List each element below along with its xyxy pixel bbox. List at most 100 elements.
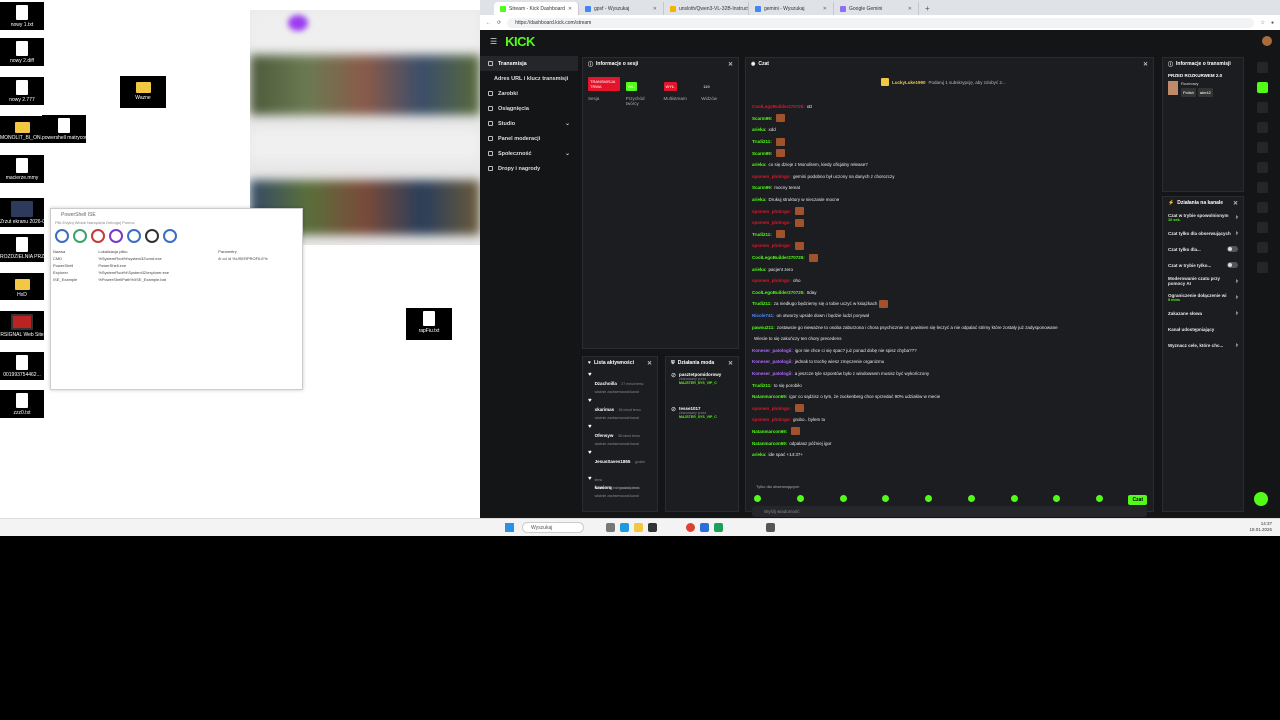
app-icon[interactable] bbox=[766, 523, 775, 532]
chat-username[interactable]: Trudi211: bbox=[752, 232, 772, 237]
kick-logo[interactable]: KICK bbox=[505, 34, 535, 49]
app-icon[interactable] bbox=[700, 523, 709, 532]
browser-tab[interactable]: Google Gemini ✕ bbox=[834, 2, 919, 15]
chat-username[interactable]: arieka: bbox=[752, 162, 767, 167]
chat-username[interactable]: pawsu211: bbox=[752, 325, 775, 330]
chat-message[interactable]: Natanmarcon69: odpalasz później igor bbox=[752, 437, 1152, 449]
tool-icon[interactable] bbox=[1257, 142, 1268, 153]
chat-input[interactable]: Wyślij wiadomość bbox=[752, 506, 1147, 517]
desktop-icon[interactable]: nowy 2.diff bbox=[0, 38, 44, 66]
chat-username[interactable]: spomen_plotingo: bbox=[752, 278, 791, 283]
terminal-icon[interactable] bbox=[648, 523, 657, 532]
alert-icon[interactable] bbox=[1257, 102, 1268, 113]
emote-bar[interactable] bbox=[754, 495, 1146, 502]
edge-icon[interactable] bbox=[620, 523, 629, 532]
desktop-icon[interactable]: MONOLIT_BI_ON... bbox=[0, 116, 44, 143]
close-tab-icon[interactable]: ✕ bbox=[908, 6, 912, 12]
tool-icon[interactable] bbox=[1257, 162, 1268, 173]
window-menu[interactable]: Plik Edytuj Widok Narzędzia Debuguj Pomo… bbox=[51, 220, 302, 227]
emote-icon[interactable] bbox=[796, 495, 804, 502]
chat-send-button[interactable]: Czat bbox=[1128, 495, 1147, 505]
desktop-icon[interactable]: zzz0.txt bbox=[0, 390, 44, 418]
chat-message[interactable]: arieka: pacjent zero bbox=[752, 263, 1152, 275]
chat-username[interactable]: Natanmarcon69: bbox=[752, 429, 787, 434]
check-icon[interactable] bbox=[1257, 82, 1268, 93]
chat-username[interactable]: Nicole741: bbox=[752, 313, 775, 318]
chat-message[interactable]: Trudi211: za niedługo będziemy się o tobi… bbox=[752, 298, 1152, 310]
tool-icon[interactable] bbox=[145, 229, 159, 243]
tag-badge[interactable]: alm42 bbox=[1197, 88, 1213, 97]
channel-action[interactable]: Moderowanie czatu przy pomocy AI › bbox=[1163, 273, 1243, 289]
chat-message[interactable]: spomen_plotingo: bbox=[752, 217, 1152, 229]
sidebar-item[interactable]: Transmisja bbox=[480, 56, 578, 71]
tool-icon[interactable] bbox=[1257, 262, 1268, 273]
emote-icon[interactable] bbox=[882, 495, 890, 502]
chat-username[interactable]: spomen_plotingo: bbox=[752, 417, 791, 422]
info-icon[interactable] bbox=[1257, 62, 1268, 73]
tool-icon[interactable] bbox=[73, 229, 87, 243]
close-icon[interactable]: ✕ bbox=[728, 61, 733, 68]
windows-start-icon[interactable] bbox=[505, 523, 514, 532]
browser-tab[interactable]: unsloth/Qwen3-VL-32B-Instruct-G...✕ bbox=[664, 2, 749, 15]
chevron-right-icon[interactable]: › bbox=[1236, 342, 1238, 349]
avatar[interactable] bbox=[1262, 36, 1272, 46]
chat-message[interactable]: CoolLegoBuilder270725: xD bbox=[752, 101, 1152, 113]
channel-action[interactable]: Zakazane słowa › bbox=[1163, 305, 1243, 321]
close-icon[interactable]: ✕ bbox=[1233, 200, 1238, 207]
channel-action[interactable]: Kanał udostępniający bbox=[1163, 321, 1243, 337]
emote-icon[interactable] bbox=[967, 495, 975, 502]
chat-username[interactable]: Trudi211: bbox=[752, 139, 772, 144]
tool-icon[interactable] bbox=[1257, 242, 1268, 253]
tool-icon[interactable] bbox=[55, 229, 69, 243]
desktop-icon[interactable]: nowy 1.txt bbox=[0, 2, 44, 30]
sidebar-item[interactable]: Studio ⌄ bbox=[480, 116, 578, 131]
chat-message[interactable]: Scarm99: mocny temat bbox=[752, 182, 1152, 194]
mod-item[interactable]: ⊘ tesse1017 zbanowany przez MAJSTER_SYS_VIP… bbox=[666, 403, 738, 437]
chat-message[interactable]: spomen_plotingo: bbox=[752, 240, 1152, 252]
desktop-icon[interactable]: rapFiu.txt bbox=[406, 308, 452, 340]
toggle-switch[interactable] bbox=[1227, 262, 1238, 268]
chat-username[interactable]: spomen_plotingo: bbox=[752, 174, 791, 179]
chevron-down-icon[interactable]: ⌄ bbox=[565, 120, 570, 127]
chat-username[interactable]: spomen_plotingo: bbox=[752, 220, 791, 225]
chevron-right-icon[interactable]: › bbox=[1236, 278, 1238, 285]
chat-message[interactable]: CoolLegoBuilder270725: 0day bbox=[752, 287, 1152, 299]
desktop-icon[interactable]: Wazne bbox=[120, 76, 166, 108]
desktop-icon[interactable]: powershell matrycowan... bbox=[42, 115, 86, 143]
activity-item[interactable]: ♥ xkarimas 36 minut temu właśnie zaobserwo… bbox=[583, 395, 657, 421]
chat-message[interactable]: arieka: xdd bbox=[752, 124, 1152, 136]
chat-username[interactable]: Scarm99: bbox=[752, 151, 772, 156]
desktop-icon[interactable]: RSIGNAL Web Site bbox=[0, 311, 44, 340]
taskbar-search[interactable]: Wyszukaj bbox=[522, 522, 584, 533]
chat-username[interactable]: CoolLegoBuilder270725: bbox=[752, 255, 805, 260]
chevron-right-icon[interactable]: › bbox=[1236, 294, 1238, 301]
chat-username[interactable]: Natanmarcon69: bbox=[752, 441, 787, 446]
sidebar-item[interactable]: Społeczność ⌄ bbox=[480, 146, 578, 161]
close-icon[interactable]: ✕ bbox=[1143, 61, 1148, 68]
chat-message[interactable]: spomen_plotingo: oho bbox=[752, 275, 1152, 287]
desktop-icon[interactable]: ROZDZIELNIA PRZCZASIE.txt bbox=[0, 234, 44, 262]
taskview-icon[interactable] bbox=[606, 523, 615, 532]
chat-username[interactable]: Koneser_patologii: bbox=[752, 348, 793, 353]
sidebar-item[interactable]: Adres URL i klucz transmisji bbox=[480, 71, 578, 86]
powershell-window[interactable]: PowerShell ISE Plik Edytuj Widok Narzędz… bbox=[50, 208, 303, 390]
support-icon[interactable] bbox=[1254, 492, 1268, 506]
clock[interactable]: 14:37 18.01.2026 bbox=[1249, 521, 1272, 533]
chat-message[interactable]: arieka: Drukuj struktury w nieczasie mocn… bbox=[752, 194, 1152, 206]
channel-action[interactable]: Ograniczenie dołączenie wi 5 mins › bbox=[1163, 289, 1243, 305]
app-icon[interactable] bbox=[714, 523, 723, 532]
activity-item[interactable]: ♥ Ofensyw 38 minut temu właśnie zaobserwow… bbox=[583, 421, 657, 447]
reload-icon[interactable]: ⟳ bbox=[497, 20, 501, 26]
close-icon[interactable]: ✕ bbox=[728, 360, 733, 367]
channel-action[interactable]: Czat tylko dla... bbox=[1163, 241, 1243, 257]
browser-tab[interactable]: gpsf - Wyszukaj ✕ bbox=[579, 2, 664, 15]
chat-message[interactable]: Scarm99: bbox=[752, 113, 1152, 125]
channel-action[interactable]: Czat w trybie spowolnionym 10 sek. › bbox=[1163, 209, 1243, 225]
emote-icon[interactable] bbox=[1010, 495, 1018, 502]
channel-action[interactable]: Czat w trybie tylko... bbox=[1163, 257, 1243, 273]
sidebar-item[interactable]: Panel moderacji bbox=[480, 131, 578, 146]
activity-item[interactable]: ♥ JesusSaves1865 godzin temu właśnie zaobs… bbox=[583, 447, 657, 490]
tool-icon[interactable] bbox=[109, 229, 123, 243]
chat-username[interactable]: spomen_plotingo: bbox=[752, 406, 791, 411]
close-tab-icon[interactable]: ✕ bbox=[823, 6, 827, 12]
